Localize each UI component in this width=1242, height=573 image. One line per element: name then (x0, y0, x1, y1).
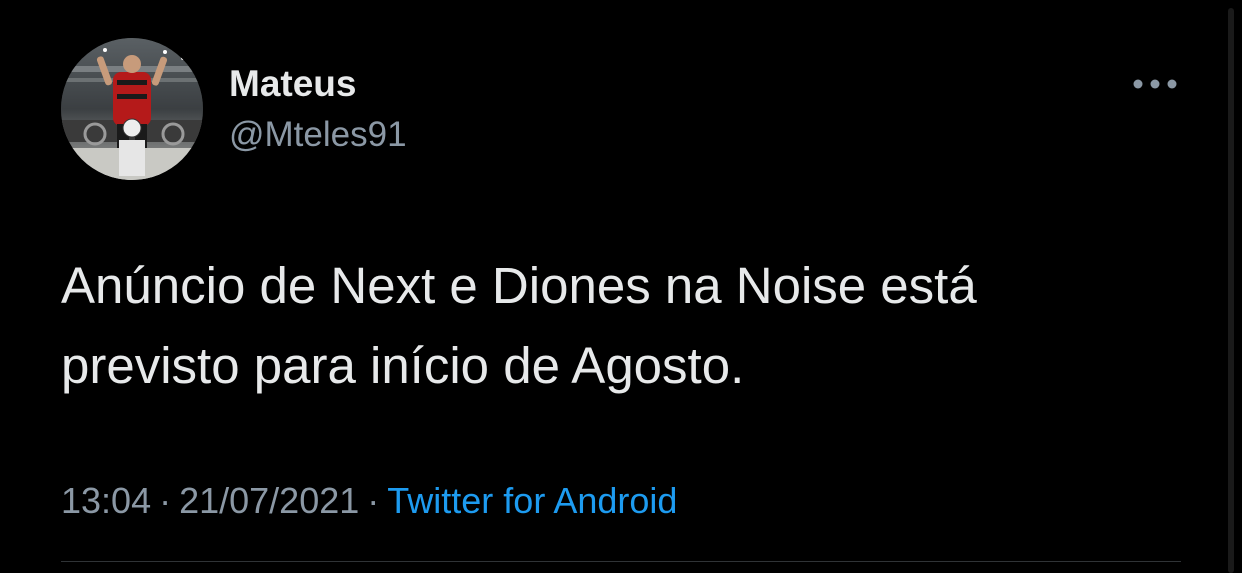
avatar[interactable] (61, 38, 203, 180)
tweet-text: Anúncio de Next e Diones na Noise está p… (61, 246, 1181, 406)
more-options-button[interactable] (1127, 68, 1183, 100)
tweet-card: Mateus @Mteles91 Anúncio de Next e Dione… (0, 0, 1242, 573)
tweet-metadata: 13:04 · 21/07/2021 · Twitter for Android (61, 478, 677, 524)
profile-photo-icon (61, 38, 203, 180)
tweet-source-link[interactable]: Twitter for Android (387, 480, 677, 521)
tweet-text-line: Anúncio de Next e Diones na Noise está (61, 257, 977, 314)
scrollbar[interactable] (1228, 8, 1234, 573)
author-display-name[interactable]: Mateus (229, 62, 356, 106)
separator: · (159, 480, 172, 521)
separator: · (367, 480, 380, 521)
tweet-time[interactable]: 13:04 (61, 480, 151, 521)
author-handle[interactable]: @Mteles91 (229, 113, 407, 157)
more-horizontal-icon (1133, 79, 1177, 89)
divider (61, 561, 1181, 562)
tweet-text-line: previsto para início de Agosto. (61, 337, 745, 394)
tweet-date[interactable]: 21/07/2021 (179, 480, 359, 521)
